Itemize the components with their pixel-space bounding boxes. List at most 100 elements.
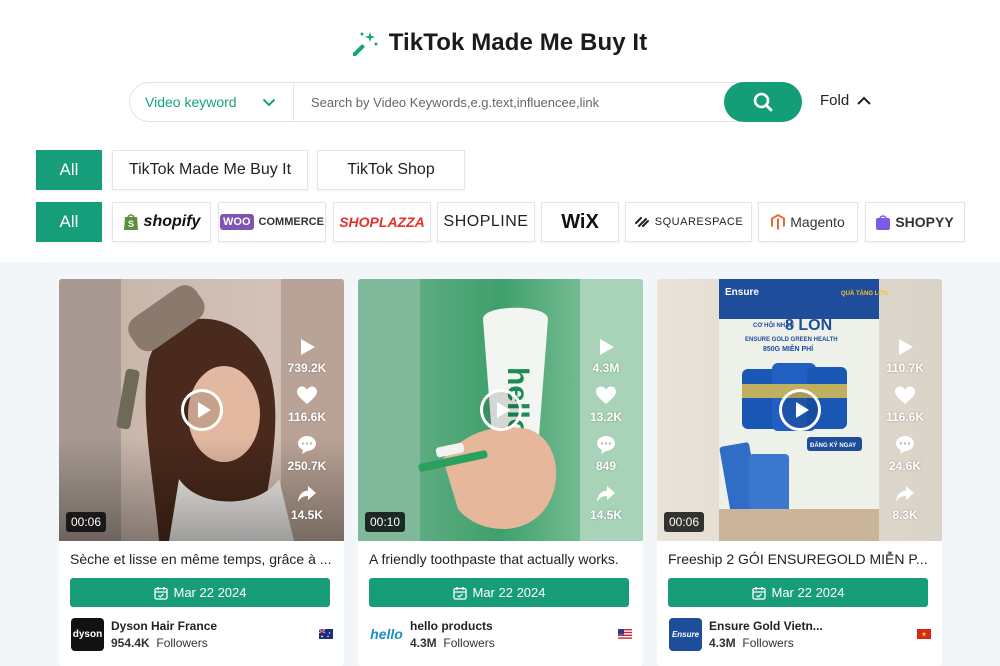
play-views-icon — [898, 339, 913, 355]
category-label: TikTok Shop — [347, 161, 435, 178]
heart-icon — [596, 386, 616, 404]
author-row[interactable]: dyson Dyson Hair France 954.4K Followers — [71, 617, 333, 651]
platform-all[interactable]: All — [36, 202, 102, 242]
category-all[interactable]: All — [36, 150, 102, 190]
shopify-logo: S shopify — [123, 213, 200, 231]
shopyy-logo: SHOPYY — [876, 214, 954, 230]
author-followers: 954.4K Followers — [111, 635, 208, 650]
shoplazza-logo: SHOPLAZZA — [339, 214, 425, 230]
platform-all-label: All — [59, 212, 79, 231]
page-header: TikTok Made Me Buy It — [0, 26, 1000, 60]
platform-squarespace[interactable]: SQUARESPACE — [625, 202, 752, 242]
platform-woocommerce[interactable]: WOO COMMERCE — [218, 202, 326, 242]
search-type-label: Video keyword — [145, 94, 237, 110]
date-button[interactable]: Mar 22 2024 — [369, 578, 629, 607]
woocommerce-label: COMMERCE — [258, 216, 324, 228]
video-card[interactable]: hello 4.3M 13.2K 849 14.5K 00:10 A frien… — [358, 279, 643, 666]
squarespace-logo: SQUARESPACE — [634, 215, 743, 229]
play-views-icon — [300, 339, 315, 355]
author-followers: 4.3M Followers — [709, 635, 794, 650]
play-button[interactable] — [779, 389, 821, 431]
calendar-icon — [153, 586, 168, 600]
ad-line2-text: ENSURE GOLD GREEN HEALTH — [745, 337, 838, 343]
shares-stat: 8.3K — [892, 484, 918, 533]
platform-shopline[interactable]: SHOPLINE — [437, 202, 535, 242]
ad-cta-text: ĐĂNG KÝ NGAY — [810, 442, 856, 449]
author-followers: 4.3M Followers — [410, 635, 495, 650]
squarespace-icon — [634, 217, 649, 227]
platform-shopify[interactable]: S shopify — [112, 202, 211, 242]
calendar-icon — [452, 586, 467, 600]
heart-icon — [296, 386, 317, 404]
magic-wand-icon — [352, 32, 378, 56]
usa-flag-icon — [618, 629, 632, 639]
ad-title-text: 8 LON — [785, 317, 832, 334]
shopline-logo: SHOPLINE — [443, 213, 529, 230]
magento-icon — [771, 214, 786, 230]
date-label: Mar 22 2024 — [771, 585, 845, 600]
category-tiktok-shop[interactable]: TikTok Shop — [317, 150, 465, 190]
calendar-icon — [751, 586, 766, 600]
play-button[interactable] — [480, 389, 522, 431]
category-label: TikTok Made Me Buy It — [128, 161, 292, 178]
shopify-bag-icon: S — [123, 214, 138, 230]
date-label: Mar 22 2024 — [472, 585, 546, 600]
date-label: Mar 22 2024 — [173, 585, 247, 600]
date-button[interactable]: Mar 22 2024 — [70, 578, 330, 607]
play-button[interactable] — [181, 389, 223, 431]
search-type-dropdown[interactable]: Video keyword — [130, 83, 294, 121]
platform-shoplazza[interactable]: SHOPLAZZA — [333, 202, 431, 242]
play-icon — [496, 402, 510, 418]
australia-flag-icon — [319, 629, 333, 639]
play-icon — [197, 402, 211, 418]
views-stat: 739.2K — [288, 337, 326, 386]
svg-text:S: S — [128, 219, 134, 229]
likes-stat: 116.6K — [886, 386, 924, 435]
comment-icon — [297, 436, 316, 454]
comments-stat: 849 — [596, 435, 616, 484]
avatar: dyson — [71, 617, 104, 651]
author-row[interactable]: Ensure Ensure Gold Vietn... 4.3M Followe… — [669, 617, 931, 651]
platform-magento[interactable]: Magento — [758, 202, 858, 242]
shares-stat: 14.5K — [291, 484, 323, 533]
comment-icon — [597, 436, 615, 454]
date-button[interactable]: Mar 22 2024 — [668, 578, 928, 607]
category-tiktok-made-me-buy-it[interactable]: TikTok Made Me Buy It — [112, 150, 308, 190]
platform-wix[interactable]: WiX — [541, 202, 619, 242]
views-stat: 110.7K — [886, 337, 924, 386]
video-stats: 110.7K 116.6K 24.6K 8.3K — [882, 337, 928, 533]
video-duration: 00:10 — [365, 512, 406, 532]
video-thumbnail[interactable]: hello 4.3M 13.2K 849 14.5K 00:10 — [358, 279, 643, 541]
video-thumbnail[interactable]: 739.2K 116.6K 250.7K 14.5K 00:06 — [59, 279, 344, 541]
video-description[interactable]: A friendly toothpaste that actually work… — [369, 551, 637, 567]
video-card[interactable]: 739.2K 116.6K 250.7K 14.5K 00:06 Sèche e… — [59, 279, 344, 666]
views-stat: 4.3M — [593, 337, 619, 386]
page-title: TikTok Made Me Buy It — [388, 29, 648, 56]
ad-badge-text: QUÀ TẶNG LỚN — [841, 289, 888, 297]
video-card[interactable]: Ensure QUÀ TẶNG LỚN CƠ HỘI NHẬN 8 LON EN… — [657, 279, 942, 666]
video-description[interactable]: Sèche et lisse en même temps, grâce à ..… — [70, 551, 338, 567]
author-name: Ensure Gold Vietn... — [709, 618, 823, 633]
platform-shopyy[interactable]: SHOPYY — [865, 202, 965, 242]
search-icon — [753, 92, 773, 112]
avatar: hello — [370, 617, 403, 651]
video-thumbnail[interactable]: Ensure QUÀ TẶNG LỚN CƠ HỘI NHẬN 8 LON EN… — [657, 279, 942, 541]
search-bar: Video keyword — [129, 82, 802, 122]
author-name: hello products — [410, 618, 493, 633]
shopyy-bag-icon — [876, 214, 891, 230]
video-stats: 4.3M 13.2K 849 14.5K — [583, 337, 629, 533]
video-stats: 739.2K 116.6K 250.7K 14.5K — [284, 337, 330, 533]
share-icon — [298, 486, 316, 502]
share-icon — [895, 486, 914, 502]
ad-logo-text: Ensure — [725, 287, 759, 298]
fold-toggle[interactable]: Fold — [820, 92, 872, 109]
likes-stat: 13.2K — [590, 386, 622, 435]
author-row[interactable]: hello hello products 4.3M Followers — [370, 617, 632, 651]
video-description[interactable]: Freeship 2 GÓI ENSUREGOLD MIỄN P... — [668, 551, 936, 567]
video-duration: 00:06 — [664, 512, 705, 532]
likes-stat: 116.6K — [288, 386, 326, 435]
search-button[interactable] — [724, 82, 802, 122]
author-info: hello products 4.3M Followers — [410, 619, 618, 650]
vietnam-flag-icon — [917, 629, 931, 639]
play-views-icon — [600, 339, 614, 355]
